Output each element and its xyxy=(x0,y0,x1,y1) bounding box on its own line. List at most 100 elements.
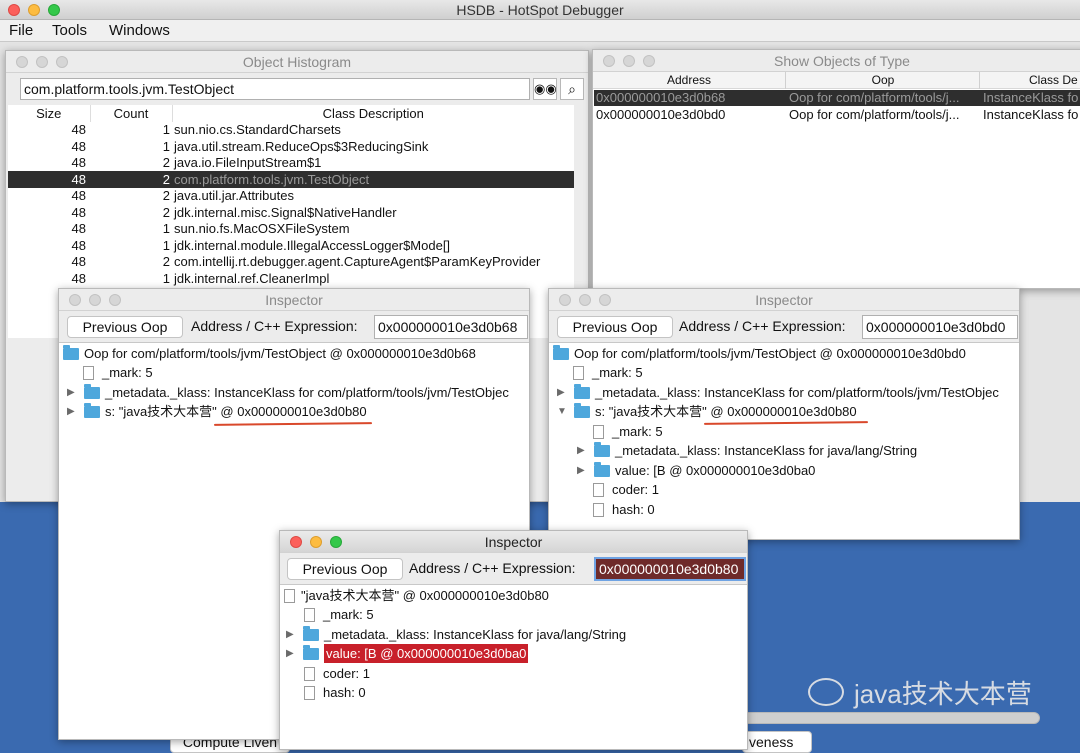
folder-icon xyxy=(574,402,590,418)
table-row[interactable]: 48 2 java.io.FileInputStream$1 xyxy=(8,155,574,172)
file-icon xyxy=(304,666,315,681)
file-icon xyxy=(593,424,604,439)
node-label: s: "java技术大本营" @ 0x000000010e3d0b80 xyxy=(595,404,857,419)
expand-triangle-icon[interactable]: ▶ xyxy=(557,383,569,402)
col-size-header[interactable]: Size xyxy=(8,105,91,122)
histogram-titlebar: Object Histogram xyxy=(6,51,588,73)
tree-node[interactable]: ▶ s: "java技术大本营" @ 0x000000010e3d0b80 xyxy=(67,402,367,421)
col-class-header[interactable]: Class De xyxy=(981,72,1080,89)
magnifier-icon[interactable]: ⌕ xyxy=(560,78,584,100)
file-icon xyxy=(593,502,604,517)
tree-node[interactable]: _mark: 5 xyxy=(593,422,663,441)
tree-node[interactable]: hash: 0 xyxy=(593,500,655,519)
address-label: Address / C++ Expression: xyxy=(409,560,576,576)
zoom-dot[interactable] xyxy=(599,293,611,306)
table-row[interactable]: 48 1 jdk.internal.module.IllegalAccessLogg… xyxy=(8,237,574,254)
table-row[interactable]: 48 1 jdk.internal.ref.CleanerImpl xyxy=(8,270,574,287)
tree-node[interactable]: coder: 1 xyxy=(593,480,659,499)
node-label: _mark: 5 xyxy=(323,607,374,622)
zoom-dot[interactable] xyxy=(109,293,121,306)
cell-address: 0x000000010e3d0b68 xyxy=(596,90,726,105)
minimize-dot[interactable] xyxy=(36,55,48,68)
tree-node[interactable]: _mark: 5 xyxy=(83,363,153,382)
minimize-window-button[interactable] xyxy=(310,535,322,548)
table-row[interactable]: 48 2 jdk.internal.misc.Signal$NativeHandle… xyxy=(8,204,574,221)
node-label: coder: 1 xyxy=(612,482,659,497)
tree-node[interactable]: ▶ _metadata._klass: InstanceKlass for jav… xyxy=(286,625,626,644)
expand-triangle-icon[interactable]: ▶ xyxy=(286,625,298,644)
expand-triangle-icon[interactable]: ▶ xyxy=(286,644,298,663)
menu-windows[interactable]: Windows xyxy=(109,20,170,42)
cell-address: 0x000000010e3d0bd0 xyxy=(596,107,726,122)
tree-node[interactable]: ▶ value: [B @ 0x000000010e3d0ba0 xyxy=(577,461,815,480)
table-row[interactable]: 48 2 com.intellij.rt.debugger.agent.Captur… xyxy=(8,254,574,271)
zoom-window-button[interactable] xyxy=(330,535,342,548)
table-row[interactable]: 0x000000010e3d0bd0 Oop for com/platform/… xyxy=(594,106,1080,123)
expand-triangle-icon[interactable]: ▶ xyxy=(67,402,79,421)
address-input[interactable]: 0x000000010e3d0b80 xyxy=(594,557,746,581)
minimize-dot[interactable] xyxy=(623,54,635,67)
watermark: java技术大本营 xyxy=(808,672,1032,712)
tree-node[interactable]: hash: 0 xyxy=(304,683,366,702)
expand-triangle-icon[interactable]: ▶ xyxy=(577,441,589,460)
tree-node[interactable]: _mark: 5 xyxy=(573,363,643,382)
close-window-button[interactable] xyxy=(290,535,302,548)
col-count-header[interactable]: Count xyxy=(90,105,173,122)
cell-size: 48 xyxy=(71,155,86,171)
close-dot[interactable] xyxy=(16,55,28,68)
table-row-selected[interactable]: 0x000000010e3d0b68 Oop for com/platform/… xyxy=(594,90,1080,106)
col-oop-header[interactable]: Oop xyxy=(787,72,980,89)
tree-node[interactable]: ▶ _metadata._klass: InstanceKlass for com… xyxy=(67,383,509,402)
histogram-title: Object Histogram xyxy=(242,54,352,70)
table-row[interactable]: 48 2 java.util.jar.Attributes xyxy=(8,188,574,205)
class-filter-input[interactable]: com.platform.tools.jvm.TestObject xyxy=(20,78,530,100)
address-input[interactable]: 0x000000010e3d0b68 xyxy=(374,315,528,339)
previous-oop-button[interactable]: Previous Oop xyxy=(557,316,673,338)
previous-oop-button[interactable]: Previous Oop xyxy=(287,558,403,580)
close-dot[interactable] xyxy=(603,54,615,67)
previous-oop-button[interactable]: Previous Oop xyxy=(67,316,183,338)
cell-desc: java.io.FileInputStream$1 xyxy=(174,155,322,171)
tree-node[interactable]: _mark: 5 xyxy=(304,605,374,624)
menu-file[interactable]: File xyxy=(9,20,33,42)
tree-node[interactable]: ▶ _metadata._klass: InstanceKlass for jav… xyxy=(577,441,917,460)
zoom-dot[interactable] xyxy=(643,54,655,67)
node-label: value: [B @ 0x000000010e3d0ba0 xyxy=(324,644,529,663)
minimize-dot[interactable] xyxy=(579,293,591,306)
col-desc-header[interactable]: Class Description xyxy=(172,105,574,122)
file-icon xyxy=(284,588,295,603)
app-titlebar: HSDB - HotSpot Debugger xyxy=(0,0,1080,20)
expand-triangle-icon[interactable]: ▶ xyxy=(67,383,79,402)
cell-size: 48 xyxy=(71,254,86,270)
table-row[interactable]: 48 1 sun.nio.fs.MacOSXFileSystem xyxy=(8,221,574,238)
tree-node[interactable]: ▼ s: "java技术大本营" @ 0x000000010e3d0b80 xyxy=(557,402,857,421)
expand-triangle-icon[interactable]: ▶ xyxy=(577,461,589,480)
cell-desc: java.util.stream.ReduceOps$3ReducingSink xyxy=(174,138,429,154)
binoculars-icon[interactable]: ◉◉ xyxy=(533,78,557,100)
tree-node[interactable]: ▶ _metadata._klass: InstanceKlass for com… xyxy=(557,383,999,402)
liveness-button-right[interactable]: veness xyxy=(742,731,812,753)
close-dot[interactable] xyxy=(69,293,81,306)
minimize-dot[interactable] xyxy=(89,293,101,306)
tree-node[interactable]: coder: 1 xyxy=(304,664,370,683)
cell-oop: Oop for com/platform/tools/j... xyxy=(789,107,960,122)
table-row[interactable]: 48 1 java.util.stream.ReduceOps$3ReducingS… xyxy=(8,138,574,155)
address-input[interactable]: 0x000000010e3d0bd0 xyxy=(862,315,1018,339)
cell-desc: jdk.internal.ref.CleanerImpl xyxy=(174,270,330,286)
collapse-triangle-icon[interactable]: ▼ xyxy=(557,402,569,421)
table-row-selected[interactable]: 48 2 com.platform.tools.jvm.TestObject xyxy=(8,171,574,188)
node-label: Oop for com/platform/tools/jvm/TestObjec… xyxy=(574,346,966,361)
cell-count: 2 xyxy=(162,171,170,187)
cell-size: 48 xyxy=(71,188,86,204)
zoom-dot[interactable] xyxy=(56,55,68,68)
col-address-header[interactable]: Address xyxy=(593,72,786,89)
tree-node-selected[interactable]: ▶ value: [B @ 0x000000010e3d0ba0 xyxy=(286,644,529,663)
inspector-toolbar: Previous Oop Address / C++ Expression: 0… xyxy=(549,311,1019,343)
menu-tools[interactable]: Tools xyxy=(52,20,87,42)
tree-root[interactable]: "java技术大本营" @ 0x000000010e3d0b80 xyxy=(284,586,549,605)
file-icon xyxy=(304,607,315,622)
table-row[interactable]: 48 1 sun.nio.cs.StandardCharsets xyxy=(8,122,574,139)
close-dot[interactable] xyxy=(559,293,571,306)
tree-root[interactable]: Oop for com/platform/tools/jvm/TestObjec… xyxy=(553,344,966,363)
tree-root[interactable]: Oop for com/platform/tools/jvm/TestObjec… xyxy=(63,344,476,363)
